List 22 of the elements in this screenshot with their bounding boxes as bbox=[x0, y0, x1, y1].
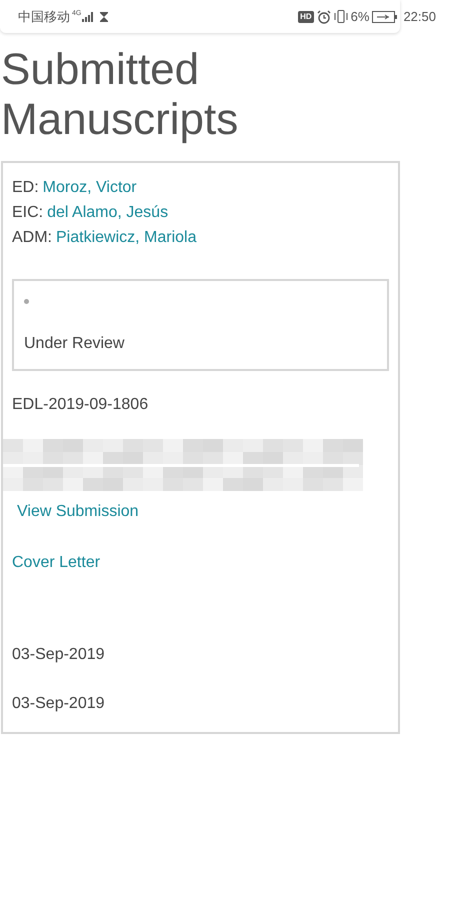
status-text: Under Review bbox=[24, 334, 126, 354]
signal-icon bbox=[82, 12, 94, 22]
hd-badge: HD bbox=[298, 10, 314, 22]
editor-role: ADM: bbox=[12, 228, 52, 248]
vibrate-icon bbox=[334, 10, 348, 23]
clock-time: 22:50 bbox=[403, 8, 436, 26]
hourglass-icon bbox=[100, 12, 108, 22]
page-title: Submitted Manuscripts bbox=[0, 45, 240, 145]
date-text: 03-Sep-2019 bbox=[12, 645, 106, 665]
document-link[interactable]: Cover Letter bbox=[12, 551, 100, 575]
battery-percent: 6% bbox=[350, 8, 370, 26]
editor-link[interactable]: del Alamo, Jesús bbox=[47, 200, 168, 225]
document-link[interactable]: View Submission bbox=[17, 500, 139, 524]
battery-icon bbox=[372, 10, 398, 22]
carrier-label: 中国移动 bbox=[18, 8, 70, 26]
editor-role: ED: bbox=[12, 178, 39, 198]
editor-link[interactable]: Piatkiewicz, Mariola bbox=[56, 225, 196, 250]
date-text: 03-Sep-2019 bbox=[12, 694, 106, 714]
editor-link[interactable]: Moroz, Victor bbox=[42, 175, 137, 200]
editor-role: EIC: bbox=[12, 203, 44, 223]
alarm-clock-icon bbox=[316, 10, 331, 24]
manuscript-id: EDL-2019-09-1806 bbox=[12, 395, 150, 415]
